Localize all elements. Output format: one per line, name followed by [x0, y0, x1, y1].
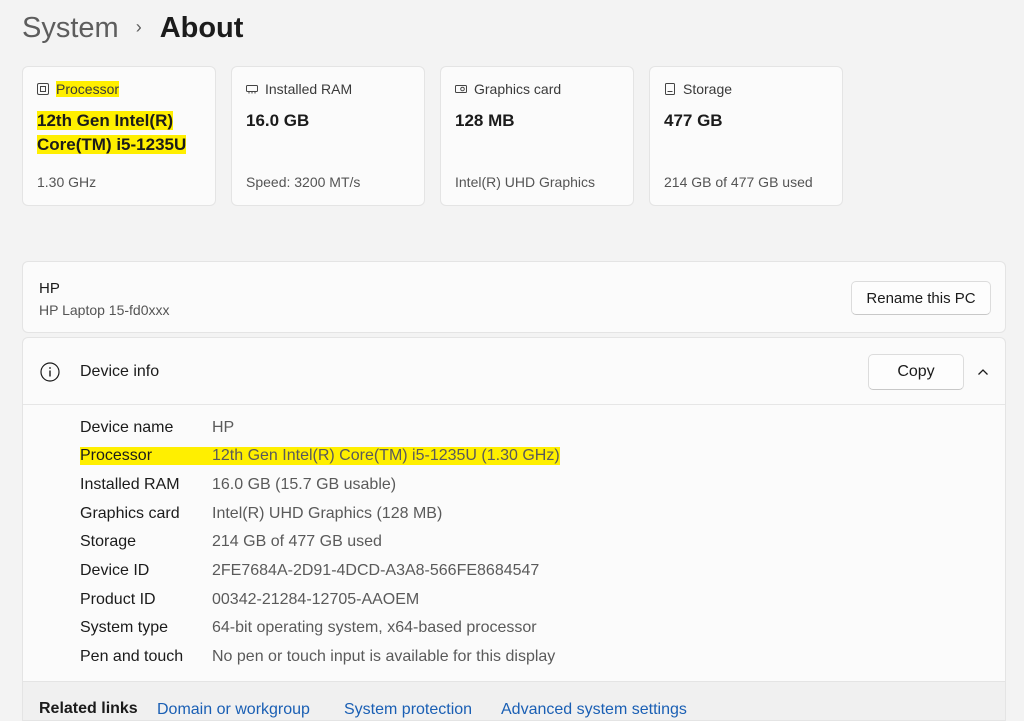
rename-pc-button[interactable]: Rename this PC: [851, 281, 991, 315]
domain-or-workgroup-link[interactable]: Domain or workgroup: [157, 701, 310, 719]
row-value: 214 GB of 477 GB used: [212, 533, 382, 550]
info-icon: [40, 362, 60, 382]
device-info-row: Storage 214 GB of 477 GB used: [80, 530, 382, 554]
row-value: HP: [212, 419, 235, 436]
page-title: About: [159, 11, 244, 44]
card-value-line: Core(TM) i5-1235U: [37, 135, 187, 154]
graphics-card-icon: [455, 83, 467, 95]
row-value: No pen or touch input is available for t…: [212, 648, 556, 665]
device-info-row: Processor 12th Gen Intel(R) Core(TM) i5-…: [80, 444, 560, 468]
ram-icon: [246, 83, 258, 95]
card-sub: 214 GB of 477 GB used: [664, 174, 813, 190]
device-info-row: Device ID 2FE7684A-2D91-4DCD-A3A8-566FE8…: [80, 559, 539, 583]
card-label: Graphics card: [474, 81, 562, 97]
processor-icon: [37, 83, 49, 95]
row-value: 64-bit operating system, x64-based proce…: [212, 619, 537, 636]
row-key: Device ID: [80, 562, 150, 579]
row-key: Product ID: [80, 591, 156, 608]
related-links-bar: Related links Domain or workgroup System…: [22, 682, 1006, 721]
row-key: Graphics card: [80, 505, 180, 522]
device-info-row: Graphics card Intel(R) UHD Graphics (128…: [80, 502, 442, 526]
card-value: 16.0 GB: [246, 111, 310, 130]
row-value: 2FE7684A-2D91-4DCD-A3A8-566FE8684547: [212, 562, 540, 579]
pc-name-panel: HP HP Laptop 15-fd0xxx Rename this PC: [22, 261, 1006, 333]
pc-model: HP Laptop 15-fd0xxx: [39, 302, 170, 318]
related-links-label: Related links: [39, 700, 138, 717]
device-info-row: Installed RAM 16.0 GB (15.7 GB usable): [80, 473, 396, 497]
device-info-row: Device name HP: [80, 416, 234, 440]
advanced-system-settings-link[interactable]: Advanced system settings: [501, 701, 687, 719]
device-info-row: System type 64-bit operating system, x64…: [80, 616, 537, 640]
card-value: 12th Gen Intel(R) Core(TM) i5-1235U: [37, 109, 187, 157]
row-value: Intel(R) UHD Graphics (128 MB): [212, 505, 443, 522]
device-info-header[interactable]: Device info Copy: [23, 338, 1005, 405]
card-installed-ram: Installed RAM 16.0 GB Speed: 3200 MT/s: [231, 66, 425, 206]
card-label: Installed RAM: [265, 81, 353, 97]
system-protection-link[interactable]: System protection: [344, 701, 472, 719]
row-key: System type: [80, 619, 169, 636]
card-graphics-card: Graphics card 128 MB Intel(R) UHD Graphi…: [440, 66, 634, 206]
chevron-right-icon: ›: [135, 16, 142, 37]
card-sub: Speed: 3200 MT/s: [246, 174, 361, 190]
copy-button[interactable]: Copy: [868, 354, 964, 390]
device-info-row: Pen and touch No pen or touch input is a…: [80, 645, 555, 669]
chevron-up-icon[interactable]: [976, 365, 990, 379]
breadcrumb-system-link[interactable]: System: [22, 12, 119, 45]
card-value: 477 GB: [664, 111, 723, 130]
card-label: Processor: [56, 81, 120, 97]
device-info-row: Product ID 00342-21284-12705-AAOEM: [80, 588, 419, 612]
card-storage: Storage 477 GB 214 GB of 477 GB used: [649, 66, 843, 206]
device-info-title: Device info: [80, 363, 160, 380]
row-value: 16.0 GB (15.7 GB usable): [212, 476, 397, 493]
storage-icon: [664, 83, 676, 95]
row-key: Storage: [80, 533, 137, 550]
breadcrumb: System › About: [22, 8, 243, 48]
card-processor: Processor 12th Gen Intel(R) Core(TM) i5-…: [22, 66, 216, 206]
row-key: Installed RAM: [80, 476, 180, 493]
device-info-panel: Device info Copy Device name HP Processo…: [22, 337, 1006, 682]
row-key: Processor: [80, 447, 212, 465]
card-value-line: 12th Gen Intel(R): [37, 111, 174, 130]
row-value: 00342-21284-12705-AAOEM: [212, 591, 420, 608]
card-sub: Intel(R) UHD Graphics: [455, 174, 596, 190]
card-value: 128 MB: [455, 111, 515, 130]
card-label: Storage: [683, 81, 733, 97]
pc-name: HP: [39, 280, 60, 297]
row-key: Pen and touch: [80, 648, 184, 665]
card-sub: 1.30 GHz: [37, 174, 97, 190]
row-key: Device name: [80, 419, 174, 436]
row-value: 12th Gen Intel(R) Core(TM) i5-1235U (1.3…: [212, 447, 560, 465]
